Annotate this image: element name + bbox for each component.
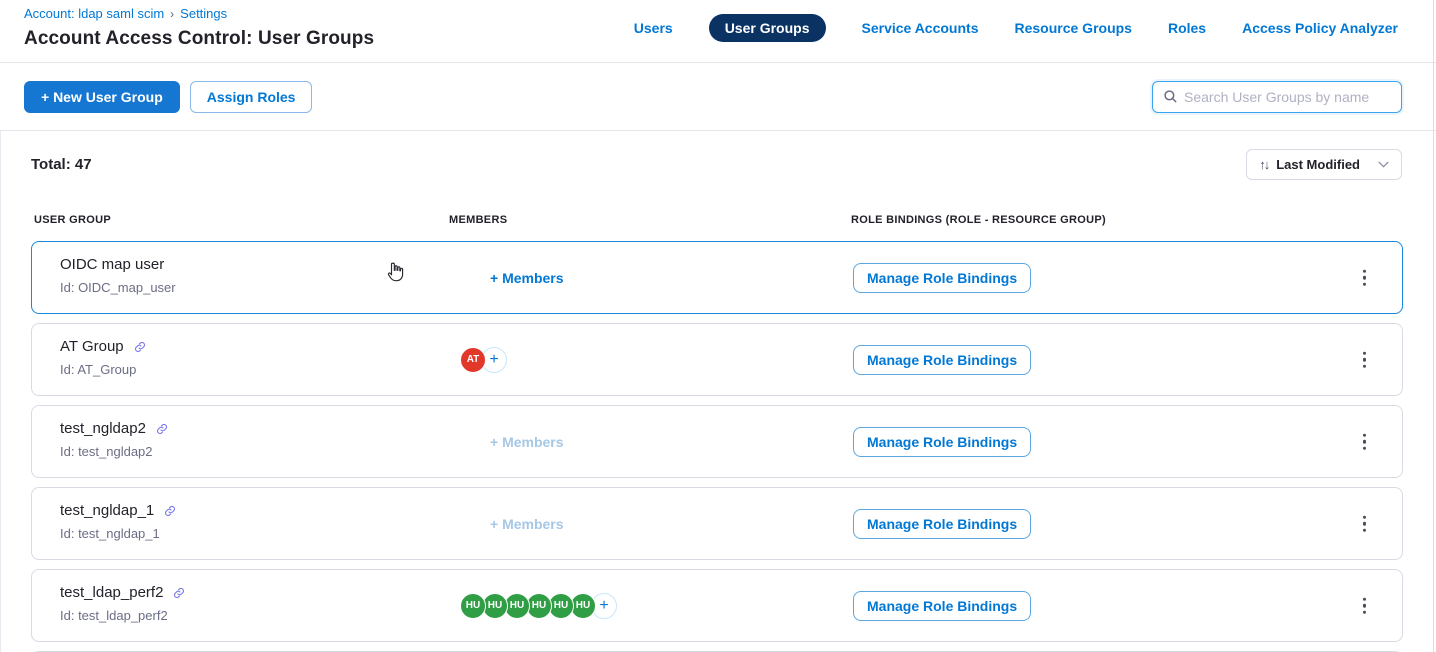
breadcrumb: Account: ldap saml scim › Settings xyxy=(24,6,374,21)
user-group-name[interactable]: test_ldap_perf2 xyxy=(60,584,163,601)
tab-user-groups[interactable]: User Groups xyxy=(709,14,826,42)
sort-arrows-icon: ↑↓ xyxy=(1259,157,1268,172)
add-members-link[interactable]: + Members xyxy=(490,270,564,286)
link-icon xyxy=(173,587,185,599)
list-item-at-group[interactable]: AT Group Id: AT_Group AT + Manage Role B… xyxy=(31,323,1403,396)
members-cell: + Members xyxy=(450,242,670,313)
member-avatars: AT + xyxy=(460,347,507,373)
user-group-id: Id: OIDC_map_user xyxy=(60,280,176,295)
user-group-name[interactable]: OIDC map user xyxy=(60,256,164,273)
page-header: Account: ldap saml scim › Settings Account… xyxy=(0,0,1436,63)
members-cell: + Members xyxy=(450,488,670,559)
sort-dropdown[interactable]: ↑↓ Last Modified xyxy=(1246,149,1402,180)
members-cell: + Members xyxy=(450,406,670,477)
list-item-test-ngldap2[interactable]: test_ngldap2 Id: test_ngldap2 + Members … xyxy=(31,405,1403,478)
sort-selected-value: Last Modified xyxy=(1276,157,1370,172)
breadcrumb-separator: › xyxy=(170,7,174,21)
user-group-id: Id: test_ngldap2 xyxy=(60,444,153,459)
search-box[interactable] xyxy=(1152,81,1402,113)
link-icon xyxy=(164,505,176,517)
user-group-id: Id: test_ngldap_1 xyxy=(60,526,160,541)
breadcrumb-account-link[interactable]: Account: ldap saml scim xyxy=(24,6,164,21)
column-header-user-group: USER GROUP xyxy=(34,214,111,226)
list-item-oidc-map-user[interactable]: OIDC map user Id: OIDC_map_user + Member… xyxy=(31,241,1403,314)
tab-access-policy-analyzer[interactable]: Access Policy Analyzer xyxy=(1242,14,1398,42)
user-group-info: test_ngldap_1 Id: test_ngldap_1 xyxy=(60,502,176,543)
add-members-link[interactable]: + Members xyxy=(490,516,564,532)
column-header-members: MEMBERS xyxy=(449,214,507,226)
chevron-down-icon xyxy=(1378,161,1389,168)
toolbar-actions: + New User Group Assign Roles xyxy=(24,81,312,113)
toolbar: + New User Group Assign Roles xyxy=(0,63,1436,131)
new-user-group-button[interactable]: + New User Group xyxy=(24,81,180,113)
user-group-rows: OIDC map user Id: OIDC_map_user + Member… xyxy=(31,241,1403,652)
user-group-info: test_ldap_perf2 Id: test_ldap_perf2 xyxy=(60,584,185,625)
list-column-headers: USER GROUP MEMBERS ROLE BINDINGS (ROLE -… xyxy=(1,214,1436,227)
tab-roles[interactable]: Roles xyxy=(1168,14,1206,42)
total-bar: Total: 47 ↑↓ Last Modified xyxy=(1,131,1436,180)
user-group-id: Id: AT_Group xyxy=(60,362,136,377)
nav-tabs: Users User Groups Service Accounts Resou… xyxy=(634,6,1398,62)
header-left: Account: ldap saml scim › Settings Account… xyxy=(24,6,374,62)
list-item-test-ngldap-1[interactable]: test_ngldap_1 Id: test_ngldap_1 + Member… xyxy=(31,487,1403,560)
add-members-link[interactable]: + Members xyxy=(490,434,564,450)
tab-resource-groups[interactable]: Resource Groups xyxy=(1014,14,1131,42)
user-group-name[interactable]: AT Group xyxy=(60,338,124,355)
search-icon xyxy=(1163,89,1178,104)
user-groups-list-section: Total: 47 ↑↓ Last Modified USER GROUP ME… xyxy=(0,131,1436,652)
kebab-menu-icon[interactable] xyxy=(1357,509,1373,538)
assign-roles-button[interactable]: Assign Roles xyxy=(190,81,313,113)
link-icon xyxy=(134,341,146,353)
user-group-id: Id: test_ldap_perf2 xyxy=(60,608,168,623)
user-group-name[interactable]: test_ngldap2 xyxy=(60,420,146,437)
user-group-info: AT Group Id: AT_Group xyxy=(60,338,146,379)
members-cell: AT + xyxy=(450,324,670,395)
manage-role-bindings-button[interactable]: Manage Role Bindings xyxy=(853,509,1031,539)
list-item-test-ldap-perf2[interactable]: test_ldap_perf2 Id: test_ldap_perf2 HU H… xyxy=(31,569,1403,642)
user-group-info: test_ngldap2 Id: test_ngldap2 xyxy=(60,420,168,461)
manage-role-bindings-button[interactable]: Manage Role Bindings xyxy=(853,591,1031,621)
kebab-menu-icon[interactable] xyxy=(1357,427,1373,456)
search-input[interactable] xyxy=(1184,89,1391,105)
avatar[interactable]: HU xyxy=(460,593,486,619)
user-group-info: OIDC map user Id: OIDC_map_user xyxy=(60,256,176,297)
breadcrumb-settings-link[interactable]: Settings xyxy=(180,6,227,21)
tab-users[interactable]: Users xyxy=(634,14,673,42)
page-title: Account Access Control: User Groups xyxy=(24,28,374,50)
manage-role-bindings-button[interactable]: Manage Role Bindings xyxy=(853,427,1031,457)
scrollbar-track[interactable] xyxy=(1433,0,1434,652)
tab-service-accounts[interactable]: Service Accounts xyxy=(862,14,979,42)
kebab-menu-icon[interactable] xyxy=(1357,263,1373,292)
column-header-role-bindings: ROLE BINDINGS (ROLE - RESOURCE GROUP) xyxy=(851,214,1106,226)
kebab-menu-icon[interactable] xyxy=(1357,591,1373,620)
members-cell: HU HU HU HU HU HU + xyxy=(450,570,670,641)
link-icon xyxy=(156,423,168,435)
manage-role-bindings-button[interactable]: Manage Role Bindings xyxy=(853,263,1031,293)
manage-role-bindings-button[interactable]: Manage Role Bindings xyxy=(853,345,1031,375)
avatar[interactable]: AT xyxy=(460,347,486,373)
total-count: Total: 47 xyxy=(31,156,92,173)
user-group-name[interactable]: test_ngldap_1 xyxy=(60,502,154,519)
kebab-menu-icon[interactable] xyxy=(1357,345,1373,374)
member-avatars: HU HU HU HU HU HU + xyxy=(460,593,617,619)
